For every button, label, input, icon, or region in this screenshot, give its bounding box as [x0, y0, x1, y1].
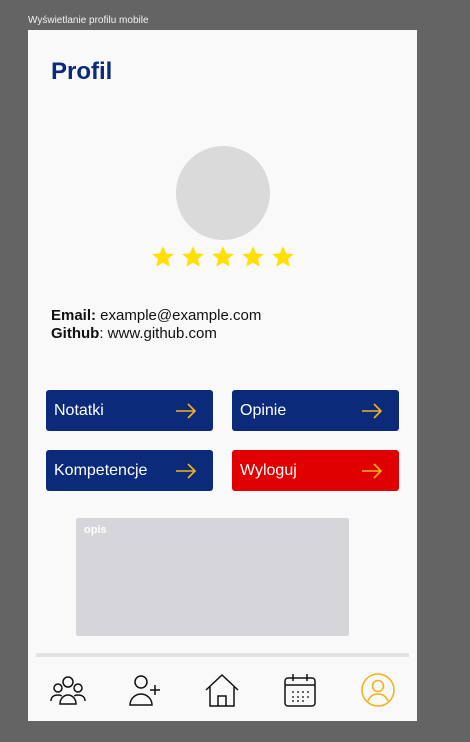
profile-info: Email: example@example.com Github: www.g…	[51, 307, 261, 343]
logout-button-label: Wyloguj	[240, 461, 297, 479]
nav-item-groups[interactable]	[48, 670, 88, 710]
avatar	[176, 146, 270, 240]
bottom-nav	[28, 670, 417, 720]
star-icon	[272, 246, 294, 267]
nav-divider	[36, 653, 409, 657]
github-row: Github: www.github.com	[51, 325, 261, 343]
reviews-button-label: Opinie	[240, 401, 287, 419]
profile-icon	[361, 673, 395, 707]
email-label: Email:	[51, 307, 97, 324]
profile-screen: Profil Email: example@example.com Github…	[28, 30, 417, 721]
github-value[interactable]: : www.github.com	[99, 325, 217, 342]
skills-button[interactable]: Kompetencje	[46, 450, 213, 491]
group-icon	[50, 676, 86, 705]
star-icon	[212, 246, 234, 267]
nav-item-profile[interactable]	[358, 670, 398, 710]
home-icon	[205, 673, 239, 707]
add-user-icon	[129, 675, 160, 706]
star-icon	[242, 246, 264, 267]
arrow-right-icon	[176, 462, 197, 479]
notes-button-label: Notatki	[54, 401, 104, 419]
arrow-right-icon	[176, 402, 197, 419]
nav-item-calendar[interactable]	[280, 670, 320, 710]
calendar-icon	[284, 674, 316, 707]
skills-button-label: Kompetencje	[54, 461, 148, 479]
rating-stars	[150, 244, 296, 270]
arrow-right-icon	[362, 402, 383, 419]
star-icon	[182, 246, 204, 267]
page-title: Profil	[51, 58, 113, 85]
nav-item-add-user[interactable]	[125, 670, 165, 710]
description-label: opis	[84, 524, 107, 536]
github-label: Github	[51, 325, 100, 342]
star-icon	[152, 246, 174, 267]
email-row: Email: example@example.com	[51, 307, 261, 325]
notes-button[interactable]: Notatki	[46, 390, 213, 431]
reviews-button[interactable]: Opinie	[232, 390, 399, 431]
arrow-right-icon	[362, 462, 383, 479]
frame-label: Wyświetlanie profilu mobile	[28, 15, 149, 26]
description-box[interactable]: opis	[76, 518, 349, 636]
email-value[interactable]: example@example.com	[96, 307, 261, 324]
nav-item-home[interactable]	[202, 670, 242, 710]
logout-button[interactable]: Wyloguj	[232, 450, 399, 491]
